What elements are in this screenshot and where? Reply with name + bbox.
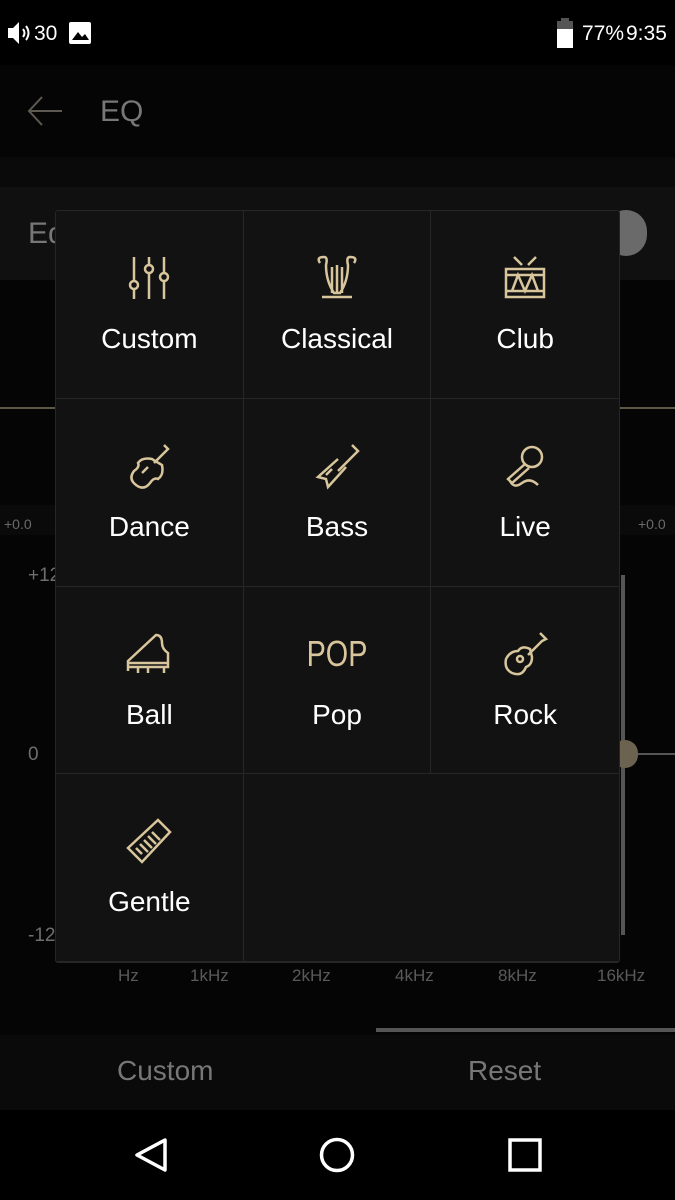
piano-icon: [127, 633, 170, 673]
lyre-icon: [317, 255, 357, 299]
custom-button[interactable]: Custom: [117, 1055, 213, 1087]
sliders-icon: [129, 257, 170, 299]
back-arrow-icon[interactable]: [26, 95, 64, 127]
preset-live[interactable]: Live: [431, 399, 619, 587]
freq-label: 16kHz: [597, 966, 646, 985]
image-notification-icon: [69, 22, 91, 44]
clock: 9:35: [626, 22, 667, 45]
violin-icon: [130, 443, 171, 489]
axis-bottom: -12: [28, 925, 56, 946]
nav-back-icon[interactable]: [133, 1137, 169, 1173]
preset-rock[interactable]: Rock: [431, 587, 619, 775]
microphone-icon: [506, 445, 544, 487]
nav-recents-icon[interactable]: [508, 1138, 542, 1172]
battery-percent: 77%: [582, 22, 625, 45]
preset-pop[interactable]: POP Pop: [243, 586, 432, 775]
preset-label: Ball: [125, 698, 173, 730]
volume-icon: [8, 22, 30, 44]
volume-level: 30: [34, 22, 58, 45]
navigation-bar: [0, 1110, 675, 1200]
slider-zero-line: [632, 753, 675, 755]
drum-icon: [504, 256, 546, 299]
acoustic-guitar-icon: [504, 631, 549, 675]
eq-preset-menu: Custom Classical Club Dance Bass Live Ba…: [55, 210, 620, 963]
empty-cell: [243, 774, 619, 962]
left-db: +0.0: [4, 516, 32, 532]
preset-label: Rock: [493, 698, 558, 730]
preset-dance[interactable]: Dance: [56, 398, 244, 587]
preset-label: Gentle: [108, 886, 191, 918]
preset-bass[interactable]: Bass: [243, 398, 432, 587]
nav-home-icon[interactable]: [319, 1137, 355, 1173]
right-db: +0.0: [638, 516, 666, 532]
reset-button[interactable]: Reset: [468, 1055, 541, 1087]
preset-label: Classical: [280, 323, 393, 354]
preset-label: Custom: [101, 323, 198, 354]
freq-label: 2kHz: [292, 966, 331, 985]
preset-label: Dance: [108, 510, 190, 542]
preset-club[interactable]: Club: [431, 211, 619, 399]
preset-ball[interactable]: Ball: [56, 586, 244, 775]
zither-icon: [126, 818, 173, 865]
preset-classical[interactable]: Classical: [243, 211, 432, 399]
freq-label: 1kHz: [190, 966, 229, 985]
bottom-bar: [0, 1035, 675, 1110]
freq-label: Hz: [118, 966, 139, 985]
freq-label: 4kHz: [395, 966, 434, 985]
tab-indicator: [376, 1028, 675, 1032]
preset-label: Live: [499, 510, 551, 542]
preset-label: Club: [496, 323, 554, 354]
battery-icon: [557, 18, 573, 48]
divider-band: [0, 157, 675, 187]
preset-label: Pop: [312, 698, 362, 730]
preset-gentle[interactable]: Gentle: [56, 774, 244, 962]
page-title: EQ: [100, 95, 144, 128]
preset-label: Bass: [305, 510, 369, 542]
status-bar: 30 77% 9:35: [0, 0, 675, 65]
toolbar: EQ: [0, 65, 675, 157]
freq-label: 8kHz: [498, 966, 537, 985]
electric-guitar-icon: [315, 443, 360, 490]
axis-mid: 0: [28, 744, 39, 765]
pop-text-icon: POP: [306, 632, 368, 674]
preset-custom[interactable]: Custom: [56, 211, 244, 399]
